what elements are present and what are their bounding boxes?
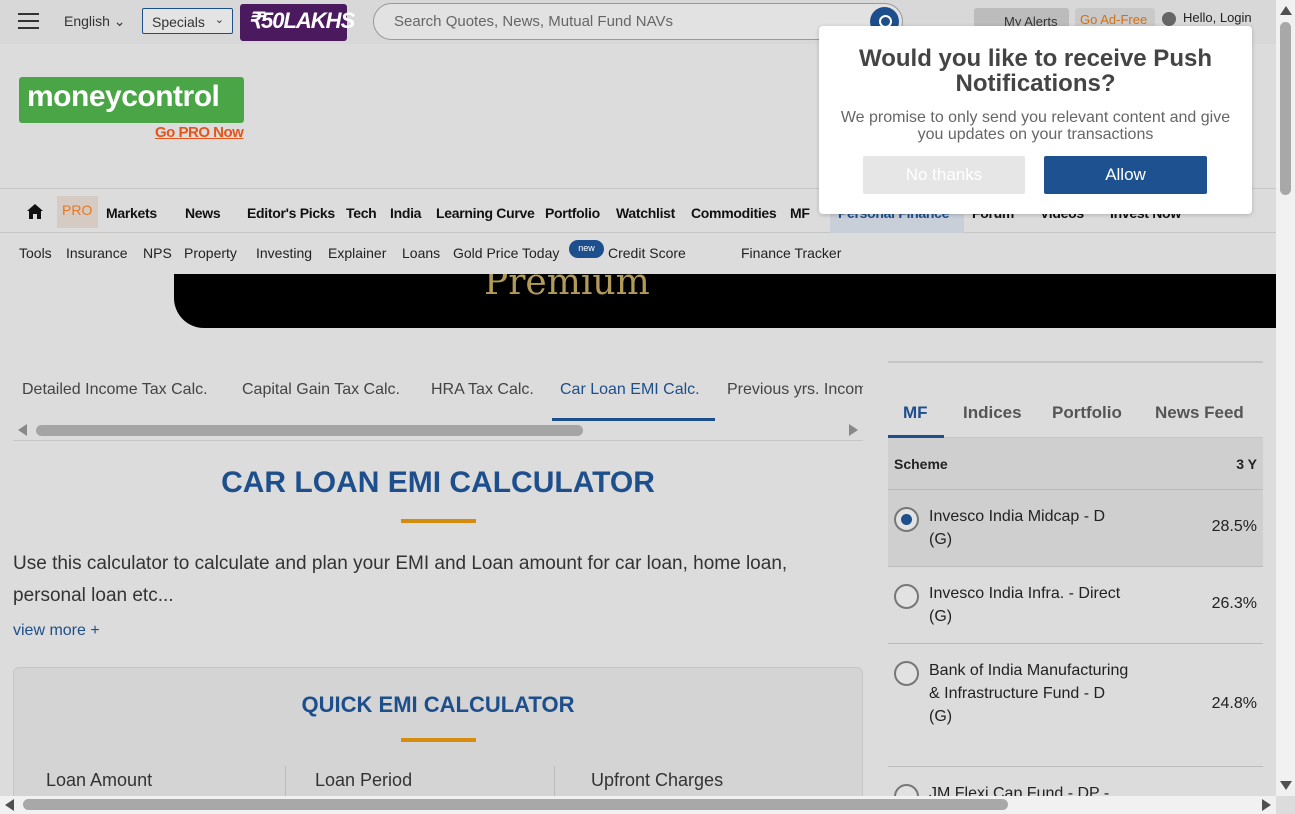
nav-editors-picks[interactable]: Editor's Picks	[247, 205, 335, 221]
moneycontrol-logo[interactable]: moneycontrol	[19, 77, 244, 123]
fund-return: 26.3%	[1211, 595, 1257, 612]
new-badge: new	[569, 240, 604, 258]
subnav-loans[interactable]: Loans	[402, 245, 440, 261]
scheme-header: Scheme	[894, 456, 948, 472]
logo-text: moneycontrol	[27, 80, 220, 113]
nav-watchlist[interactable]: Watchlist	[616, 205, 675, 221]
fund-return: 28.5%	[1211, 518, 1257, 535]
radio[interactable]	[894, 584, 919, 609]
home-icon[interactable]	[27, 204, 43, 219]
tab-news-feed[interactable]: News Feed	[1155, 403, 1244, 423]
quick-emi-calculator: QUICK EMI CALCULATOR Loan Amount Loan Pe…	[13, 667, 863, 807]
push-title: Would you like to receive Push Notificat…	[859, 45, 1212, 97]
fund-name: Bank of India Manufacturing & Infrastruc…	[929, 662, 1129, 725]
login-link[interactable]: Hello, Login	[1162, 10, 1252, 26]
quick-title: QUICK EMI CALCULATOR	[301, 692, 575, 717]
tab-mf[interactable]: MF	[903, 403, 928, 423]
scroll-right-icon[interactable]	[849, 424, 858, 436]
subnav-property[interactable]: Property	[184, 245, 237, 261]
scroll-down-icon[interactable]	[1280, 781, 1292, 790]
nav-mf[interactable]: MF	[790, 205, 810, 221]
premium-banner[interactable]: Premium	[174, 274, 1276, 328]
subnav-insurance[interactable]: Insurance	[66, 245, 127, 261]
specials-label: Specials	[152, 14, 205, 30]
period-header[interactable]: 3 Y	[1236, 456, 1257, 472]
fund-row[interactable]: Invesco India Infra. - Direct (G) 26.3%	[888, 567, 1263, 644]
tab-car-loan-emi[interactable]: Car Loan EMI Calc.	[560, 381, 700, 399]
user-icon	[1162, 11, 1176, 26]
nav-learning-curve[interactable]: Learning Curve	[436, 205, 535, 221]
subnav-nps[interactable]: NPS	[143, 245, 172, 261]
tab-hra-tax[interactable]: HRA Tax Calc.	[431, 381, 534, 399]
subnav-tools[interactable]: Tools	[19, 245, 52, 261]
fund-row[interactable]: Invesco India Midcap - D (G) 28.5%	[888, 490, 1263, 567]
nav-markets[interactable]: Markets	[106, 205, 157, 221]
tab-portfolio[interactable]: Portfolio	[1052, 403, 1122, 423]
sub-nav: Tools Insurance NPS Property Investing E…	[0, 234, 1276, 273]
no-thanks-button[interactable]: No thanks	[863, 156, 1025, 194]
fund-name: Invesco India Midcap - D (G)	[929, 508, 1106, 548]
title-divider	[401, 519, 476, 523]
horizontal-scrollbar[interactable]	[0, 796, 1276, 814]
upfront-charges-label: Upfront Charges	[591, 770, 724, 790]
scrollbar-corner	[1276, 796, 1295, 814]
nav-india[interactable]: India	[390, 205, 421, 221]
nav-commodities[interactable]: Commodities	[691, 205, 777, 221]
allow-button[interactable]: Allow	[1044, 156, 1207, 194]
page-title: CAR LOAN EMI CALCULATOR	[221, 466, 655, 499]
nav-pro[interactable]: PRO	[57, 196, 98, 228]
nav-portfolio[interactable]: Portfolio	[545, 205, 600, 221]
page-description: Use this calculator to calculate and pla…	[13, 553, 788, 606]
banner-text: Premium	[484, 274, 650, 303]
quick-divider	[401, 738, 476, 742]
menu-icon[interactable]	[18, 13, 39, 29]
calculator-tabs: Detailed Income Tax Calc. Capital Gain T…	[13, 360, 863, 420]
tab-previous-years[interactable]: Previous yrs. Income Tax Calc.	[727, 381, 863, 399]
go-pro-link[interactable]: Go PRO Now	[155, 124, 244, 141]
push-description: We promise to only send you relevant con…	[840, 109, 1231, 143]
subnav-finance-tracker[interactable]: Finance Tracker	[741, 245, 841, 261]
fund-return: 24.8%	[1211, 695, 1257, 712]
scrollbar-thumb[interactable]	[36, 425, 583, 436]
login-label: Hello, Login	[1183, 10, 1252, 25]
view-more-link[interactable]: view more +	[13, 622, 100, 640]
lakhs-badge[interactable]: ₹50LAKHS	[240, 4, 355, 41]
table-header: Scheme 3 Y	[888, 438, 1263, 490]
chevron-down-icon: ⌄	[109, 13, 126, 29]
subnav-investing[interactable]: Investing	[256, 245, 312, 261]
radio-selected[interactable]	[894, 507, 919, 532]
push-notification-dialog: Would you like to receive Push Notificat…	[819, 26, 1252, 214]
subnav-credit-score[interactable]: Credit Score	[608, 245, 686, 261]
tabs-scrollbar[interactable]	[13, 421, 863, 441]
radio[interactable]	[894, 661, 919, 686]
subnav-explainer[interactable]: Explainer	[328, 245, 386, 261]
tab-indices[interactable]: Indices	[963, 403, 1022, 423]
tab-capital-gain-tax[interactable]: Capital Gain Tax Calc.	[242, 381, 400, 399]
tab-detailed-income-tax[interactable]: Detailed Income Tax Calc.	[22, 381, 208, 399]
search-placeholder: Search Quotes, News, Mutual Fund NAVs	[394, 13, 674, 30]
chevron-down-icon: ⌄	[214, 14, 224, 26]
nav-tech[interactable]: Tech	[346, 205, 377, 221]
specials-dropdown[interactable]: Specials ⌄	[142, 8, 233, 34]
scroll-left-icon[interactable]	[5, 799, 14, 811]
loan-period-label: Loan Period	[315, 770, 413, 790]
scrollbar-thumb[interactable]	[23, 799, 1008, 810]
fund-row[interactable]: Bank of India Manufacturing & Infrastruc…	[888, 644, 1263, 767]
vertical-scrollbar[interactable]	[1276, 0, 1295, 796]
language-selector[interactable]: English ⌄	[64, 13, 126, 30]
right-panel: MF Indices Portfolio News Feed Scheme 3 …	[888, 361, 1263, 801]
language-label: English	[64, 13, 110, 29]
loan-amount-label: Loan Amount	[46, 770, 153, 790]
scroll-up-icon[interactable]	[1280, 6, 1292, 15]
scroll-left-icon[interactable]	[18, 424, 27, 436]
right-tabs: MF Indices Portfolio News Feed	[888, 393, 1263, 438]
scroll-right-icon[interactable]	[1262, 799, 1271, 811]
fund-name: Invesco India Infra. - Direct (G)	[929, 585, 1121, 625]
nav-news[interactable]: News	[185, 205, 221, 221]
scrollbar-thumb[interactable]	[1280, 22, 1291, 195]
subnav-gold-price[interactable]: Gold Price Today	[453, 245, 559, 261]
